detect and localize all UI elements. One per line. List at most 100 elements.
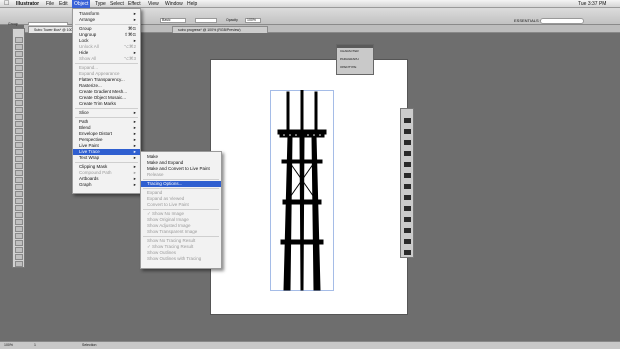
screen-mode-tool[interactable] — [15, 261, 23, 267]
panel-icon-8[interactable] — [404, 206, 411, 211]
menu-object[interactable]: Object — [72, 0, 91, 8]
panel-icon-12[interactable] — [404, 250, 411, 255]
panel-icon-6[interactable] — [404, 184, 411, 189]
menu-item-label: Show Transparent Image — [147, 229, 198, 234]
menu-item-label: Create Object Mosaic... — [79, 95, 127, 100]
eraser-tool[interactable] — [15, 114, 23, 120]
trace-menu-show-transparent-image[interactable]: Show Transparent Image — [141, 229, 221, 235]
blend-tool[interactable] — [15, 184, 23, 190]
object-menu-graph[interactable]: Graph ▸ — [73, 182, 140, 188]
search-input[interactable] — [540, 18, 584, 24]
selection-tool[interactable] — [15, 37, 23, 43]
line-tool[interactable] — [15, 79, 23, 85]
menu-item-label: Lock — [79, 38, 89, 43]
menu-item-label: Convert to Live Paint — [147, 202, 189, 207]
panel-icon-9[interactable] — [404, 217, 411, 222]
object-menu-slice[interactable]: Slice ▸ — [73, 110, 140, 116]
menu-item-label: Group — [79, 26, 92, 31]
rectangle-tool[interactable] — [15, 86, 23, 92]
clock-text[interactable]: Tue 3:37 PM — [578, 1, 606, 7]
gradient-tool[interactable] — [15, 170, 23, 176]
app-menu[interactable]: Illustrator — [16, 1, 39, 7]
opacity-field[interactable]: 100% — [245, 18, 261, 23]
graph-tool[interactable] — [15, 156, 23, 162]
panel-icon-4[interactable] — [404, 162, 411, 167]
draw-mode-tool[interactable] — [15, 254, 23, 260]
trace-menu-show-outlines-with-tracing[interactable]: Show Outlines with Tracing — [141, 256, 221, 262]
fill-tool[interactable] — [15, 226, 23, 232]
menu-item-label: Show All — [79, 56, 97, 61]
menu-item-label: Show Outlines with Tracing — [147, 256, 202, 261]
rotate-tool[interactable] — [15, 121, 23, 127]
live-paint-tool[interactable] — [15, 191, 23, 197]
panel-icon-11[interactable] — [404, 239, 411, 244]
menu-effect[interactable]: Effect — [128, 1, 141, 7]
eyedropper-tool[interactable] — [15, 177, 23, 183]
menu-item-label: Slice — [79, 110, 89, 115]
lasso-tool[interactable] — [15, 58, 23, 64]
apple-icon[interactable]:  — [4, 0, 9, 8]
zoom-tool[interactable] — [15, 219, 23, 225]
submenu-arrow-icon: ▸ — [133, 17, 136, 22]
sutro-tower-illustration[interactable] — [270, 90, 334, 291]
menu-edit[interactable]: Edit — [59, 1, 68, 7]
menu-view[interactable]: View — [148, 1, 159, 7]
paintbrush-tool[interactable] — [15, 93, 23, 99]
panel-icon-0[interactable] — [404, 118, 411, 123]
panel-icon-2[interactable] — [404, 140, 411, 145]
object-menu-arrange[interactable]: Arrange ▸ — [73, 17, 140, 23]
opentype-tab[interactable]: OPENTYPE — [340, 65, 356, 70]
tab-sutro-progress[interactable]: sutro progress* @ 100% (RGB/Preview) — [172, 26, 268, 33]
page-number[interactable]: 1 — [34, 343, 36, 348]
pencil-tool[interactable] — [15, 100, 23, 106]
panel-icon-1[interactable] — [404, 129, 411, 134]
hand-tool[interactable] — [15, 212, 23, 218]
panel-icon-10[interactable] — [404, 228, 411, 233]
panel-icon-7[interactable] — [404, 195, 411, 200]
menu-type[interactable]: Type — [95, 1, 106, 7]
type-tool[interactable] — [15, 72, 23, 78]
scale-tool[interactable] — [15, 128, 23, 134]
direct-select-tool[interactable] — [15, 44, 23, 50]
zoom-level[interactable]: 100% — [4, 343, 13, 348]
trace-menu-release[interactable]: Release — [141, 172, 221, 178]
swap-tool[interactable] — [15, 240, 23, 246]
object-menu-create-trim-marks[interactable]: Create Trim Marks — [73, 101, 140, 107]
menu-item-label: Envelope Distort — [79, 131, 113, 136]
scissors-tool[interactable] — [15, 205, 23, 211]
menu-window[interactable]: Window — [165, 1, 183, 7]
mesh-tool[interactable] — [15, 163, 23, 169]
menu-item-label: Show Original Image — [147, 217, 189, 222]
stroke-tool[interactable] — [15, 233, 23, 239]
workspace-switcher[interactable]: ESSENTIALS ▾ — [514, 18, 542, 23]
trace-menu-convert-to-live-paint[interactable]: Convert to Live Paint — [141, 202, 221, 208]
symbol-sprayer-tool[interactable] — [15, 149, 23, 155]
menu-help[interactable]: Help — [187, 1, 197, 7]
menu-separator — [143, 179, 219, 180]
object-menu-show-all[interactable]: Show All ⌥⌘3 — [73, 56, 140, 62]
menu-item-label: Expand Appearance — [79, 71, 120, 76]
blob-brush-tool[interactable] — [15, 107, 23, 113]
menu-file[interactable]: File — [46, 1, 54, 7]
magic-wand-tool[interactable] — [15, 51, 23, 57]
menu-separator — [75, 63, 138, 64]
object-menu-text-wrap[interactable]: Text Wrap ▸ — [73, 155, 140, 161]
opacity-label: Opacity — [226, 18, 238, 22]
menu-select[interactable]: Select — [110, 1, 124, 7]
stroke-style-select[interactable]: Basic — [160, 18, 186, 23]
slice-tool[interactable] — [15, 198, 23, 204]
free-transform-tool[interactable] — [15, 142, 23, 148]
panel-icon-5[interactable] — [404, 173, 411, 178]
menu-item-label: Show Outlines — [147, 250, 177, 255]
menu-item-label: ✓ Show Tracing Result — [147, 244, 194, 249]
color-tool[interactable] — [15, 247, 23, 253]
trace-menu-tracing-options[interactable]: Tracing Options... — [141, 181, 221, 187]
warp-tool[interactable] — [15, 135, 23, 141]
pen-tool[interactable] — [15, 65, 23, 71]
panel-icon-3[interactable] — [404, 151, 411, 156]
character-tab[interactable]: CHARACTER — [340, 49, 359, 54]
menu-item-label: Release — [147, 172, 164, 177]
paragraph-tab[interactable]: PARAGRAPH — [340, 57, 359, 62]
menu-item-label: Create Trim Marks — [79, 101, 117, 106]
style-select[interactable] — [195, 18, 217, 23]
